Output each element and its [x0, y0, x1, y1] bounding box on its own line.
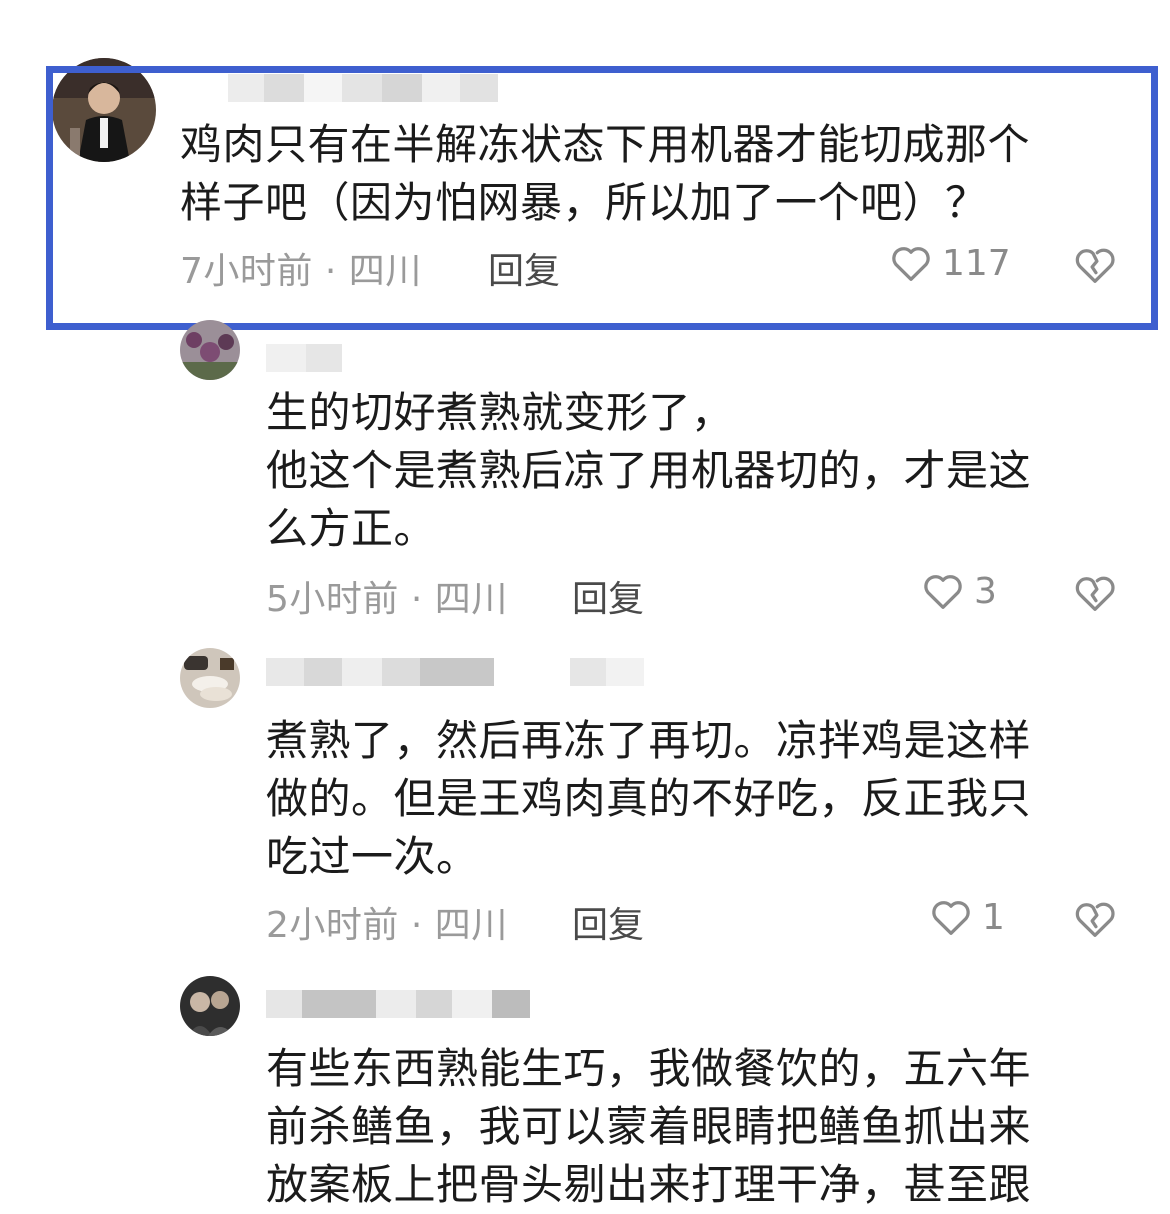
comment-line: 做的。但是王鸡肉真的不好吃，反正我只: [266, 774, 1032, 823]
comment-text: 有些东西熟能生巧，我做餐饮的，五六年 前杀鳝鱼，我可以蒙着眼睛把鳝鱼抓出来 放案…: [266, 1040, 1031, 1214]
reply-button[interactable]: 回复: [488, 242, 560, 294]
comment-line: 生的切好煮熟就变形了，: [266, 388, 734, 437]
comment-time-location: 5小时前 · 四川: [266, 579, 508, 620]
username-redacted: [228, 74, 498, 102]
comment-line: 放案板上把骨头剔出来打理干净，甚至跟: [266, 1160, 1032, 1209]
like-button[interactable]: 1: [928, 894, 1005, 940]
avatar[interactable]: [52, 58, 156, 162]
comment-text: 煮熟了，然后再冻了再切。凉拌鸡是这样 做的。但是王鸡肉真的不好吃，反正我只 吃过…: [266, 712, 1031, 886]
like-button[interactable]: 117: [888, 240, 1011, 286]
like-button[interactable]: 3: [920, 568, 997, 614]
avatar[interactable]: [180, 320, 240, 380]
comment-time-location: 7小时前 · 四川: [180, 251, 422, 292]
comment-line: 鸡肉只有在半解冻状态下用机器才能切成那个: [180, 120, 1031, 169]
comment-line: 么方正。: [266, 504, 437, 553]
comment-text: 生的切好煮熟就变形了， 他这个是煮熟后凉了用机器切的，才是这 么方正。: [266, 384, 1031, 558]
username-redacted: [266, 658, 644, 686]
reply-button[interactable]: 回复: [572, 570, 644, 622]
avatar[interactable]: [180, 976, 240, 1036]
comment-line: 吃过一次。: [266, 832, 479, 881]
like-count: 117: [942, 242, 1011, 284]
like-count: 1: [982, 896, 1005, 938]
reply-button[interactable]: 回复: [572, 896, 644, 948]
comment-line: 煮熟了，然后再冻了再切。凉拌鸡是这样: [266, 716, 1032, 765]
broken-heart-icon[interactable]: [1072, 570, 1118, 616]
comment-line: 前杀鳝鱼，我可以蒙着眼睛把鳝鱼抓出来: [266, 1102, 1032, 1151]
heart-outline-icon: [932, 901, 970, 935]
broken-heart-icon[interactable]: [1072, 896, 1118, 942]
comment-line: 样子吧（因为怕网暴，所以加了一个吧）？: [180, 178, 988, 227]
comment-line: 他这个是煮熟后凉了用机器切的，才是这: [266, 446, 1032, 495]
comment-time-location: 2小时前 · 四川: [266, 905, 508, 946]
like-count: 3: [974, 570, 997, 612]
heart-outline-icon: [892, 247, 930, 281]
username-redacted: [266, 990, 530, 1018]
heart-outline-icon: [924, 575, 962, 609]
comment-text: 鸡肉只有在半解冻状态下用机器才能切成那个 样子吧（因为怕网暴，所以加了一个吧）？: [180, 116, 1030, 232]
username-redacted: [266, 344, 342, 372]
comment-line: 有些东西熟能生巧，我做餐饮的，五六年: [266, 1044, 1032, 1093]
avatar[interactable]: [180, 648, 240, 708]
broken-heart-icon[interactable]: [1072, 242, 1118, 288]
